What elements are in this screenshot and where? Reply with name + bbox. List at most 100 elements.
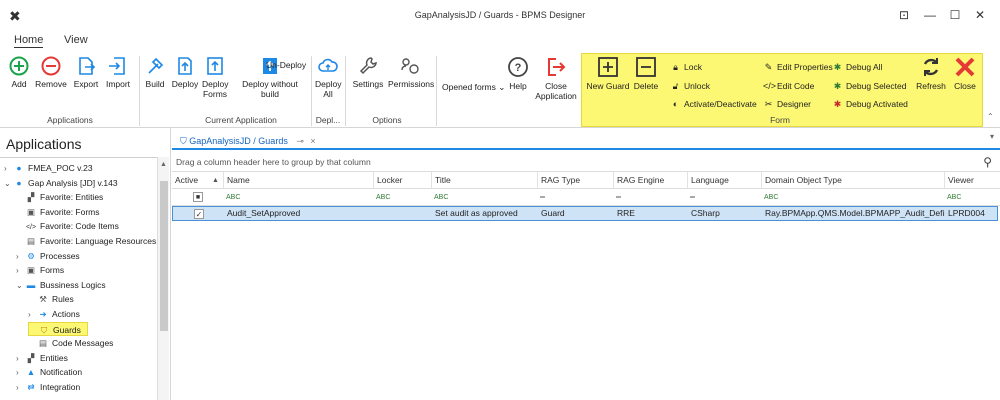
- column-header-title[interactable]: Title: [431, 172, 537, 189]
- close-tab-icon[interactable]: ×: [310, 136, 315, 146]
- filter-active[interactable]: ■: [190, 189, 203, 206]
- bug-icon: ✱: [833, 99, 842, 109]
- bug-icon: ✱: [833, 81, 842, 91]
- edit-code-button[interactable]: </>Edit Code: [763, 81, 814, 91]
- document-tab-guards[interactable]: ⛉ GapAnalysisJD / Guards ⊸ ×: [172, 132, 324, 150]
- table-row[interactable]: ✓ Audit_SetApproved Set audit as approve…: [172, 206, 998, 221]
- filter-language[interactable]: ═: [687, 189, 695, 206]
- delete-button[interactable]: Delete: [632, 56, 660, 91]
- tree-item[interactable]: ▣ Favorite: Forms: [16, 205, 100, 219]
- pin-icon[interactable]: ⊸: [296, 136, 304, 146]
- lock-button[interactable]: 🔒︎ Lock: [670, 62, 702, 72]
- import-button[interactable]: Import: [104, 56, 132, 89]
- permissions-button[interactable]: Permissions: [388, 56, 434, 89]
- collapse-ribbon-icon[interactable]: ⌃: [987, 112, 994, 121]
- remove-button[interactable]: Remove: [34, 56, 68, 89]
- build-button[interactable]: Build: [143, 56, 167, 89]
- tree-item[interactable]: › ▞ Entities: [16, 351, 68, 365]
- filter-locker[interactable]: ABC: [373, 189, 390, 206]
- tree-item[interactable]: › ⚙ Processes: [16, 249, 80, 263]
- circle-icon: ●: [16, 177, 22, 188]
- chevron-right-icon[interactable]: ›: [16, 250, 25, 264]
- chevron-right-icon[interactable]: ›: [28, 308, 37, 322]
- close-window-button[interactable]: ✕: [970, 6, 990, 24]
- tree-item[interactable]: › ⇄ Integration: [16, 380, 80, 394]
- refresh-icon: [923, 58, 939, 76]
- deploy-all-button[interactable]: Deploy All: [315, 56, 341, 99]
- chevron-right-icon[interactable]: ›: [4, 162, 13, 176]
- add-button[interactable]: Add: [8, 56, 30, 89]
- filter-rag-type[interactable]: ═: [537, 189, 545, 206]
- column-header-domain-object-type[interactable]: Domain Object Type: [761, 172, 944, 189]
- tree-item[interactable]: ▤ Code Messages: [28, 336, 113, 350]
- scroll-thumb[interactable]: [160, 181, 168, 331]
- column-header-language[interactable]: Language: [687, 172, 761, 189]
- ribbon-separator: [436, 56, 437, 126]
- filter-rag-engine[interactable]: ═: [613, 189, 621, 206]
- tree-item[interactable]: ▞ Favorite: Entities: [16, 190, 104, 204]
- column-header-rag-type[interactable]: RAG Type: [537, 172, 613, 189]
- chevron-down-icon[interactable]: ⌄: [16, 279, 25, 293]
- new-guard-button[interactable]: New Guard: [586, 56, 630, 91]
- cell-active[interactable]: ✓: [191, 207, 204, 220]
- chevron-right-icon[interactable]: ›: [16, 264, 25, 278]
- tree-item[interactable]: ⌄ ● Gap Analysis [JD] v.143: [4, 176, 118, 190]
- gavel-icon: ⚒: [39, 294, 47, 305]
- chevron-right-icon[interactable]: ›: [16, 352, 25, 366]
- column-header-viewer[interactable]: Viewer: [944, 172, 998, 189]
- deploy-forms-button[interactable]: Deploy Forms: [202, 56, 228, 99]
- undeploy-button[interactable]: Un-Deploy: [266, 60, 306, 70]
- tree-item[interactable]: › ▲ Notification: [16, 365, 82, 379]
- close-form-button[interactable]: Close: [951, 56, 979, 91]
- chevron-right-icon[interactable]: ›: [16, 381, 25, 395]
- deploy-icon: [178, 57, 192, 75]
- opened-forms-dropdown[interactable]: Opened forms ⌄: [442, 82, 505, 92]
- tab-list-chevron-icon[interactable]: ▾: [990, 132, 994, 141]
- tree-item[interactable]: › ➜ Actions: [28, 307, 80, 321]
- activate-deactivate-button[interactable]: ◐ Activate/Deactivate: [670, 99, 757, 109]
- group-label-form: Form: [770, 115, 790, 125]
- tab-view[interactable]: View: [64, 34, 88, 46]
- deploy-button[interactable]: Deploy: [171, 56, 199, 89]
- settings-button[interactable]: Settings: [350, 56, 386, 89]
- tree-scrollbar[interactable]: ▲: [157, 157, 169, 400]
- debug-selected-button[interactable]: ✱ Debug Selected: [832, 81, 907, 91]
- column-header-rag-engine[interactable]: RAG Engine: [613, 172, 687, 189]
- close-application-button[interactable]: Close Application: [534, 56, 578, 101]
- chevron-right-icon[interactable]: ›: [16, 366, 25, 380]
- chevron-down-icon[interactable]: ⌄: [4, 177, 13, 191]
- maximize-button[interactable]: ☐: [945, 6, 965, 24]
- active-checkbox[interactable]: ✓: [194, 208, 204, 219]
- tree-item[interactable]: › ● FMEA_POC v.23: [4, 161, 93, 175]
- tree-item[interactable]: </> Favorite: Code Items: [16, 219, 119, 233]
- forms-icon: ▣: [26, 206, 36, 217]
- debug-activated-button[interactable]: ✱ Debug Activated: [832, 99, 908, 109]
- toggle-icon: ◐: [672, 99, 679, 109]
- filter-title[interactable]: ABC: [431, 189, 448, 206]
- restore-layout-icon[interactable]: ⊡: [894, 6, 914, 24]
- help-button[interactable]: ? Help: [505, 56, 531, 91]
- debug-all-button[interactable]: ✱ Debug All: [832, 62, 883, 72]
- group-by-panel[interactable]: Drag a column header here to group by th…: [172, 152, 1000, 172]
- scroll-up-icon[interactable]: ▲: [160, 161, 167, 168]
- edit-properties-button[interactable]: ✎ Edit Properties: [763, 62, 833, 72]
- search-icon[interactable]: ⚲: [983, 152, 992, 172]
- tree-item[interactable]: ⚒ Rules: [28, 292, 74, 306]
- minimize-button[interactable]: —: [920, 6, 940, 24]
- export-button[interactable]: Export: [72, 56, 100, 89]
- unlock-button[interactable]: 🔓︎ Unlock: [670, 81, 710, 91]
- tree-item[interactable]: ⛉ Guards: [28, 321, 88, 336]
- filter-domain-object-type[interactable]: ABC: [761, 189, 778, 206]
- tree-item[interactable]: ▤ Favorite: Language Resources: [16, 234, 156, 248]
- tree-item[interactable]: › ▣ Forms: [16, 263, 64, 277]
- filter-name[interactable]: ABC: [223, 189, 240, 206]
- cell-viewer: LPRD004: [948, 208, 985, 218]
- column-header-active[interactable]: Active: [172, 172, 206, 189]
- column-header-name[interactable]: Name: [223, 172, 373, 189]
- column-header-locker[interactable]: Locker: [373, 172, 431, 189]
- tree-item[interactable]: ⌄ ▬ Bussiness Logics: [16, 278, 106, 292]
- refresh-button[interactable]: Refresh: [916, 56, 946, 91]
- filter-viewer[interactable]: ABC: [944, 189, 961, 206]
- designer-button[interactable]: ✂ Designer: [763, 99, 811, 109]
- tab-home[interactable]: Home: [14, 34, 44, 48]
